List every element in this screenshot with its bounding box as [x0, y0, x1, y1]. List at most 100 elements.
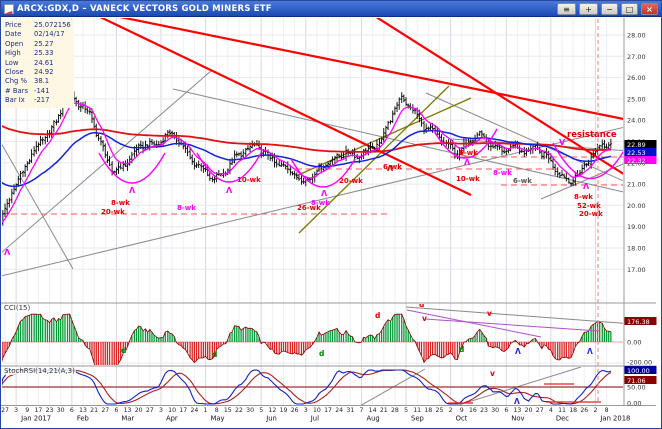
maximize-button[interactable]: □	[621, 3, 638, 15]
cci-panel-label: CCI(15)	[3, 304, 31, 312]
svg-text:10: 10	[313, 407, 321, 414]
svg-text:d: d	[419, 300, 424, 309]
chart-canvas[interactable]: resistance10-wk10-wk20-wk20-wk8-wk26-wk6…	[1, 1, 662, 429]
svg-text:2: 2	[593, 407, 597, 414]
svg-text:d: d	[212, 350, 217, 359]
svg-text:20: 20	[135, 407, 143, 414]
svg-text:5: 5	[404, 407, 408, 414]
info-row-low: Low24.61	[5, 59, 71, 68]
svg-text:d: d	[375, 311, 380, 320]
svg-text:d: d	[459, 345, 464, 354]
svg-text:27: 27	[101, 407, 109, 414]
svg-text:20: 20	[525, 407, 533, 414]
svg-text:10-wk: 10-wk	[456, 175, 480, 183]
svg-text:23: 23	[480, 407, 488, 414]
info-row-barix: Bar Ix-217	[5, 96, 71, 105]
info-panel: Price25.072156 Date02/14/17 Open25.27 Hi…	[3, 20, 74, 108]
svg-text:30: 30	[57, 407, 65, 414]
svg-text:3: 3	[159, 407, 163, 414]
svg-text:5: 5	[259, 407, 263, 414]
svg-text:24: 24	[335, 407, 343, 414]
info-row-open: Open25.27	[5, 40, 71, 49]
svg-text:Aug: Aug	[366, 415, 379, 423]
svg-text:18: 18	[424, 407, 432, 414]
svg-text:Λ: Λ	[514, 397, 520, 406]
info-row-date: Date02/14/17	[5, 30, 71, 39]
svg-text:21: 21	[90, 407, 98, 414]
svg-text:28.00: 28.00	[627, 32, 646, 40]
svg-text:14: 14	[369, 407, 377, 414]
svg-text:24: 24	[190, 407, 198, 414]
svg-text:8: 8	[215, 407, 219, 414]
svg-text:Oct: Oct	[456, 415, 468, 423]
titlebar-tool-button-1[interactable]: ≡	[557, 3, 576, 15]
stoch-panel-label: StochRSI(14,21(A,3)	[3, 367, 76, 375]
info-row-high: High25.33	[5, 49, 71, 58]
window-title: ARCX:GDX,D – VANECK VECTORS GOLD MINERS …	[17, 4, 554, 14]
svg-text:Λ: Λ	[387, 164, 394, 173]
svg-text:2: 2	[449, 407, 453, 414]
svg-text:Λ: Λ	[321, 189, 328, 198]
svg-text:12: 12	[268, 407, 276, 414]
svg-text:v: v	[422, 314, 427, 323]
svg-text:18.00: 18.00	[627, 245, 646, 253]
svg-text:13: 13	[124, 407, 132, 414]
svg-text:22.53: 22.53	[627, 149, 646, 157]
svg-text:30: 30	[491, 407, 499, 414]
svg-text:6: 6	[504, 407, 508, 414]
svg-text:8-wk: 8-wk	[493, 169, 512, 177]
svg-text:Feb: Feb	[77, 415, 89, 423]
svg-text:25: 25	[436, 407, 444, 414]
svg-text:V: V	[559, 138, 566, 147]
close-button[interactable]: ×	[641, 3, 658, 15]
svg-text:27: 27	[146, 407, 154, 414]
svg-text:27.00: 27.00	[627, 53, 646, 61]
svg-text:9: 9	[25, 407, 29, 414]
svg-text:0.00: 0.00	[627, 400, 641, 408]
svg-text:v: v	[490, 369, 495, 378]
svg-text:8-wk: 8-wk	[111, 199, 130, 207]
svg-text:6: 6	[70, 407, 74, 414]
svg-text:31: 31	[346, 407, 354, 414]
svg-text:0.00: 0.00	[627, 339, 641, 347]
svg-text:10-wk: 10-wk	[237, 176, 261, 184]
svg-text:17.00: 17.00	[627, 266, 646, 274]
svg-text:Λ: Λ	[464, 158, 471, 167]
minimize-button[interactable]: −	[601, 3, 618, 15]
svg-text:22.89: 22.89	[627, 141, 646, 149]
svg-text:28: 28	[391, 407, 399, 414]
svg-text:6-wk: 6-wk	[513, 177, 532, 185]
svg-text:20-wk: 20-wk	[101, 208, 125, 216]
svg-text:20-wk: 20-wk	[579, 210, 603, 218]
svg-text:10: 10	[168, 407, 176, 414]
svg-text:11: 11	[558, 407, 566, 414]
svg-text:3: 3	[304, 407, 308, 414]
svg-text:Mar: Mar	[121, 415, 134, 423]
svg-text:Jul: Jul	[310, 415, 319, 423]
svg-text:22.32: 22.32	[627, 157, 646, 165]
svg-text:100.00: 100.00	[627, 367, 650, 375]
axes: 28.0027.0026.0025.0024.0023.0022.0021.00…	[1, 18, 657, 423]
svg-text:22: 22	[235, 407, 243, 414]
svg-text:17: 17	[179, 407, 187, 414]
svg-text:21.00: 21.00	[627, 181, 646, 189]
svg-text:26: 26	[580, 407, 588, 414]
svg-text:Λ: Λ	[583, 182, 590, 191]
titlebar-tool-button-2[interactable]: +	[579, 3, 598, 15]
svg-text:Dec: Dec	[556, 415, 569, 423]
cci-panel: ddddddvvΛΛ	[1, 300, 659, 370]
svg-text:Nov: Nov	[511, 415, 524, 423]
price-panel: resistance10-wk10-wk20-wk20-wk8-wk26-wk6…	[1, 1, 662, 276]
svg-text:d: d	[319, 349, 324, 358]
svg-text:26.00: 26.00	[627, 74, 646, 82]
svg-text:27: 27	[536, 407, 544, 414]
svg-text:9: 9	[460, 407, 464, 414]
app-icon[interactable]	[4, 4, 14, 14]
svg-text:19: 19	[280, 407, 288, 414]
svg-text:8-wk: 8-wk	[311, 199, 330, 207]
svg-text:Λ: Λ	[4, 248, 11, 257]
svg-text:17: 17	[324, 407, 332, 414]
svg-text:Apr: Apr	[166, 415, 178, 423]
titlebar[interactable]: ARCX:GDX,D – VANECK VECTORS GOLD MINERS …	[1, 1, 661, 17]
svg-text:71.06: 71.06	[627, 377, 646, 385]
